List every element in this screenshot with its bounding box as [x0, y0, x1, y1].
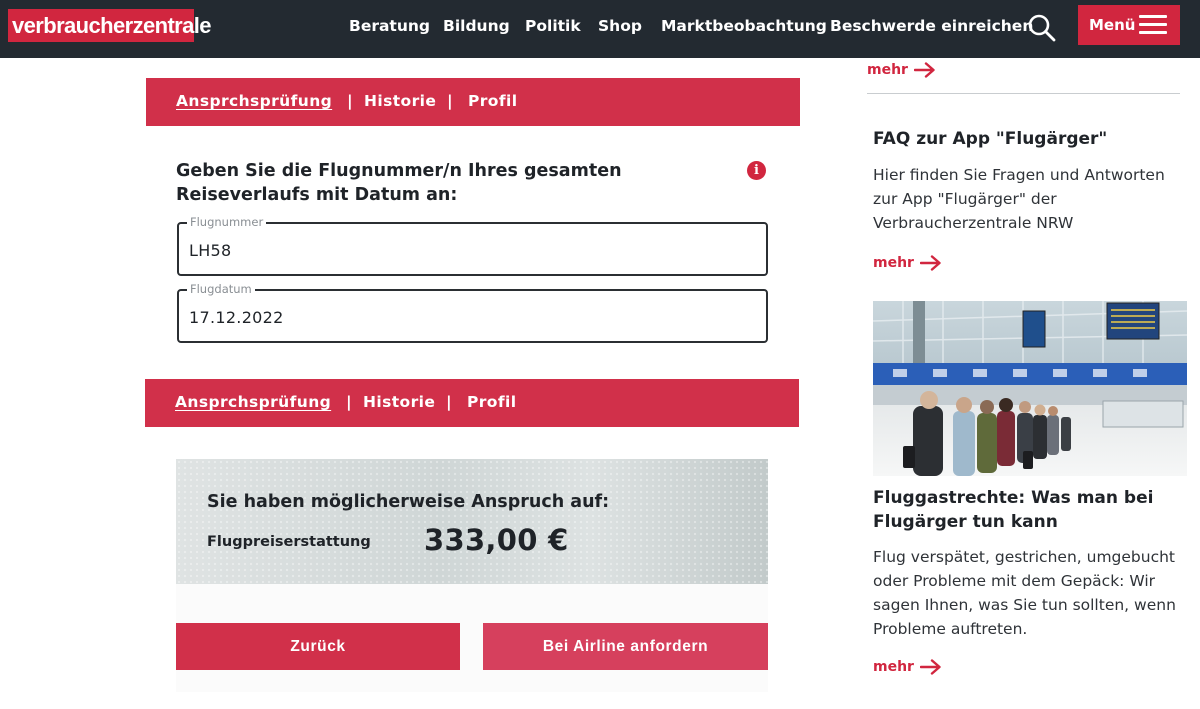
flight-date-field[interactable]: Flugdatum 17.12.2022 — [177, 283, 768, 343]
claim-result-title: Sie haben möglicherweise Anspruch auf: — [207, 492, 610, 512]
flight-question: Geben Sie die Flugnummer/n Ihres gesamte… — [176, 161, 622, 205]
hamburger-icon — [1139, 15, 1167, 35]
more-link-label: mehr — [873, 255, 914, 271]
tab-historie[interactable]: Historie — [364, 92, 436, 110]
nav-link-beschwerde[interactable]: Beschwerde einreichen — [830, 17, 1033, 35]
faq-text: Hier finden Sie Fragen und Antworten zur… — [873, 166, 1165, 232]
tab-profil[interactable]: Profil — [468, 92, 517, 110]
more-link[interactable]: mehr — [867, 62, 936, 78]
more-link-label: mehr — [867, 62, 908, 78]
top-navigation-bar: verbraucherzentrale Beratung Bildung Pol… — [0, 0, 1200, 58]
tab-anspruchspruefung[interactable]: Ansprchsprüfung — [176, 92, 332, 110]
flight-number-value[interactable]: LH58 — [189, 241, 232, 260]
claim-result-box: Sie haben möglicherweise Anspruch auf: F… — [176, 459, 768, 584]
claim-amount: 333,00 € — [424, 523, 569, 557]
flight-date-label: Flugdatum — [187, 283, 255, 296]
more-link[interactable]: mehr — [873, 255, 942, 271]
claim-type-label: Flugpreiserstattung — [207, 534, 371, 550]
info-icon[interactable]: i — [747, 161, 766, 180]
back-button[interactable]: Zurück — [176, 623, 460, 670]
airport-check-in-image[interactable] — [873, 301, 1187, 476]
flight-date-value[interactable]: 17.12.2022 — [189, 308, 284, 327]
logo[interactable]: verbraucherzentrale — [8, 9, 212, 42]
arrow-right-icon — [919, 659, 941, 675]
faq-title[interactable]: FAQ zur App "Flugärger" — [873, 127, 1188, 151]
arrow-right-icon — [913, 62, 935, 78]
flight-number-field[interactable]: Flugnummer LH58 — [177, 216, 768, 276]
tab-separator: | — [346, 393, 353, 411]
search-icon[interactable] — [1026, 12, 1058, 44]
menu-label: Menü — [1089, 16, 1136, 34]
flight-number-label: Flugnummer — [187, 216, 267, 229]
tab-separator: | — [446, 393, 453, 411]
nav-link-beratung[interactable]: Beratung — [349, 17, 430, 35]
tab-anspruchspruefung[interactable]: Ansprchsprüfung — [175, 393, 331, 411]
tab-historie[interactable]: Historie — [363, 393, 435, 411]
world-map-background — [176, 459, 768, 584]
nav-link-marktbeobachtung[interactable]: Marktbeobachtung — [661, 17, 827, 35]
tab-separator: | — [447, 92, 454, 110]
article-title[interactable]: Fluggastrechte: Was man bei Flugärger tu… — [873, 486, 1188, 534]
more-link-label: mehr — [873, 659, 914, 675]
request-airline-button[interactable]: Bei Airline anfordern — [483, 623, 768, 670]
tab-separator: | — [347, 92, 354, 110]
more-link[interactable]: mehr — [873, 659, 942, 675]
tab-profil[interactable]: Profil — [467, 393, 516, 411]
nav-link-shop[interactable]: Shop — [598, 17, 642, 35]
nav-link-bildung[interactable]: Bildung — [443, 17, 510, 35]
nav-link-politik[interactable]: Politik — [525, 17, 581, 35]
tab-bar: Ansprchsprüfung | Historie | Profil — [145, 379, 799, 427]
tab-bar: Ansprchsprüfung | Historie | Profil — [146, 78, 800, 126]
article-text: Flug verspätet, gestrichen, umgebucht od… — [873, 548, 1176, 638]
arrow-right-icon — [919, 255, 941, 271]
menu-button[interactable]: Menü — [1078, 5, 1180, 45]
sidebar-divider — [867, 93, 1180, 94]
